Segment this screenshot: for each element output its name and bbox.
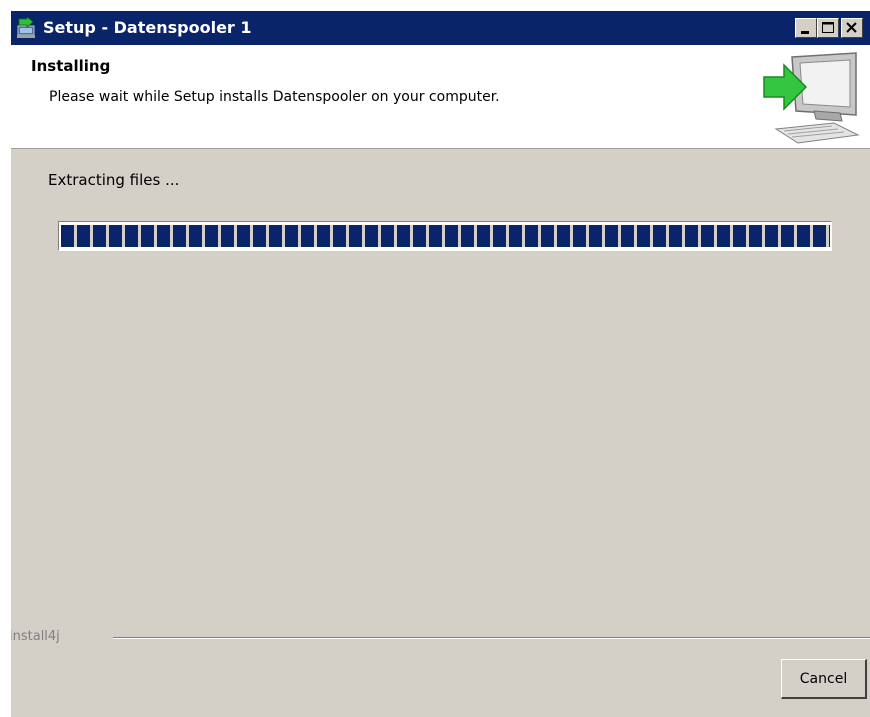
cancel-button[interactable]: Cancel [781, 659, 867, 699]
footer-divider [113, 637, 870, 639]
progress-bar [58, 221, 832, 251]
installer-icon [15, 16, 37, 39]
close-button[interactable] [841, 18, 863, 38]
status-text: Extracting files ... [48, 171, 180, 189]
page-subtitle: Please wait while Setup installs Datensp… [49, 89, 500, 105]
window-title: Setup - Datenspooler 1 [43, 18, 252, 37]
close-icon [846, 22, 857, 33]
minimize-icon [801, 31, 809, 34]
maximize-button[interactable] [817, 18, 839, 38]
progress-fill [61, 225, 830, 247]
brand-label: install4j [10, 629, 60, 644]
setup-window: Setup - Datenspooler 1 Installing Please… [10, 10, 870, 717]
wizard-header: Installing Please wait while Setup insta… [11, 45, 870, 149]
page-title: Installing [31, 57, 111, 75]
maximize-icon [822, 22, 834, 33]
title-bar[interactable]: Setup - Datenspooler 1 [11, 11, 870, 45]
minimize-button[interactable] [795, 18, 817, 38]
computer-install-icon [762, 49, 862, 147]
